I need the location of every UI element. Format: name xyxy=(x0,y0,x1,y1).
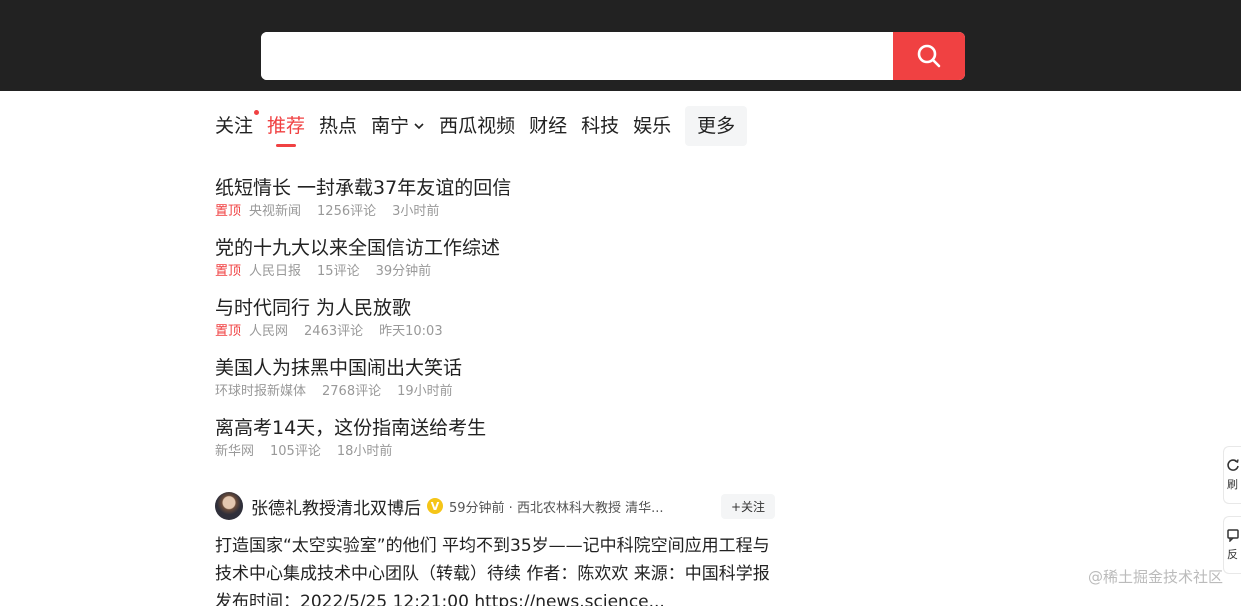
active-tab-indicator xyxy=(276,144,297,147)
pinned-badge: 置顶 xyxy=(215,204,242,219)
tab-label: 热点 xyxy=(319,115,358,137)
search-icon xyxy=(917,44,941,68)
news-source[interactable]: 新华网 xyxy=(215,444,254,459)
tab-hot[interactable]: 热点 xyxy=(319,106,357,146)
channel-nav: 关注 推荐 热点 南宁 西瓜视频 财经 科技 娱乐 更多 xyxy=(215,106,761,147)
news-feed: 纸短情长 一封承载37年友谊的回信 置顶 央视新闻 1256评论 3小时前 党的十九大… xyxy=(215,174,775,474)
pinned-badge: 置顶 xyxy=(215,264,242,279)
more-button[interactable]: 更多 xyxy=(685,106,748,146)
news-title-link[interactable]: 党的十九大以来全国信访工作综述 xyxy=(215,234,775,262)
tab-label: 西瓜视频 xyxy=(439,115,516,137)
tab-entertainment[interactable]: 娱乐 xyxy=(633,106,671,146)
refresh-icon xyxy=(1226,459,1239,471)
tab-follow[interactable]: 关注 xyxy=(215,106,260,146)
tab-city-nanning[interactable]: 南宁 xyxy=(371,106,425,146)
news-title-link[interactable]: 纸短情长 一封承载37年友谊的回信 xyxy=(215,174,775,202)
list-item: 党的十九大以来全国信访工作综述 置顶 人民日报 15评论 39分钟前 xyxy=(215,234,775,294)
list-item: 离高考14天，这份指南送给考生 新华网 105评论 18小时前 xyxy=(215,414,775,474)
news-title-link[interactable]: 离高考14天，这份指南送给考生 xyxy=(215,414,775,442)
news-meta: 置顶 央视新闻 1256评论 3小时前 xyxy=(215,202,775,222)
watermark-text: @稀土掘金技术社区 xyxy=(1087,568,1223,586)
tab-label: 财经 xyxy=(529,115,568,137)
news-source[interactable]: 央视新闻 xyxy=(249,204,301,219)
comment-count[interactable]: 15评论 xyxy=(317,264,360,279)
tab-label: 推荐 xyxy=(267,115,306,137)
news-title-link[interactable]: 与时代同行 为人民放歌 xyxy=(215,294,775,322)
news-meta: 置顶 人民网 2463评论 昨天10:03 xyxy=(215,322,775,342)
tab-label: 关注 xyxy=(215,115,254,137)
publish-time: 39分钟前 xyxy=(375,264,432,279)
feedback-label: 反 xyxy=(1227,548,1238,561)
publish-time: 18小时前 xyxy=(336,444,393,459)
author-post-card: 张德礼教授清北双博后 V 59分钟前 · 西北农林科大教授 清华... +关注 … xyxy=(215,490,775,606)
tab-finance[interactable]: 财经 xyxy=(529,106,567,146)
search-box xyxy=(261,32,965,80)
tab-tech[interactable]: 科技 xyxy=(581,106,619,146)
list-item: 美国人为抹黑中国闹出大笑话 环球时报新媒体 2768评论 19小时前 xyxy=(215,354,775,414)
tab-label: 科技 xyxy=(581,115,620,137)
tab-label: 娱乐 xyxy=(633,115,672,137)
list-item: 纸短情长 一封承载37年友谊的回信 置顶 央视新闻 1256评论 3小时前 xyxy=(215,174,775,234)
publish-time: 3小时前 xyxy=(392,204,440,219)
news-source[interactable]: 环球时报新媒体 xyxy=(215,384,306,399)
publish-time: 19小时前 xyxy=(397,384,453,399)
feedback-button[interactable]: 反 xyxy=(1223,516,1241,574)
news-meta: 环球时报新媒体 2768评论 19小时前 xyxy=(215,382,775,402)
comment-count[interactable]: 105评论 xyxy=(270,444,321,459)
list-item: 与时代同行 为人民放歌 置顶 人民网 2463评论 昨天10:03 xyxy=(215,294,775,354)
tab-label: 南宁 xyxy=(371,115,410,137)
refresh-label: 刷 xyxy=(1227,478,1238,491)
verified-badge-icon: V xyxy=(427,498,443,514)
post-subtitle: 59分钟前 · 西北农林科大教授 清华... xyxy=(449,500,664,516)
tab-recommend[interactable]: 推荐 xyxy=(267,106,306,147)
post-header: 张德礼教授清北双博后 V 59分钟前 · 西北农林科大教授 清华... +关注 xyxy=(215,490,775,522)
search-button[interactable] xyxy=(893,32,965,80)
notification-dot xyxy=(254,110,260,115)
tab-xigua-video[interactable]: 西瓜视频 xyxy=(439,106,515,146)
pinned-badge: 置顶 xyxy=(215,324,242,339)
search-input[interactable] xyxy=(261,32,893,80)
news-meta: 置顶 人民日报 15评论 39分钟前 xyxy=(215,262,775,282)
news-source[interactable]: 人民日报 xyxy=(249,264,301,279)
refresh-button[interactable]: 刷 xyxy=(1223,446,1241,504)
comment-count[interactable]: 1256评论 xyxy=(317,204,376,219)
news-title-link[interactable]: 美国人为抹黑中国闹出大笑话 xyxy=(215,354,775,382)
feedback-icon xyxy=(1226,529,1239,542)
post-body-text[interactable]: 打造国家“太空实验室”的他们 平均不到35岁——记中科院空间应用工程与技术中心集… xyxy=(215,532,771,606)
chevron-down-icon xyxy=(413,120,425,132)
comment-count[interactable]: 2768评论 xyxy=(322,384,381,399)
follow-button[interactable]: +关注 xyxy=(720,493,775,519)
news-meta: 新华网 105评论 18小时前 xyxy=(215,442,775,462)
comment-count[interactable]: 2463评论 xyxy=(304,324,363,339)
author-name[interactable]: 张德礼教授清北双博后 xyxy=(251,494,421,519)
news-source[interactable]: 人民网 xyxy=(249,324,288,339)
top-header-bar xyxy=(0,0,1241,91)
avatar[interactable] xyxy=(215,492,243,520)
more-label: 更多 xyxy=(697,115,736,137)
publish-time: 昨天10:03 xyxy=(379,324,443,339)
